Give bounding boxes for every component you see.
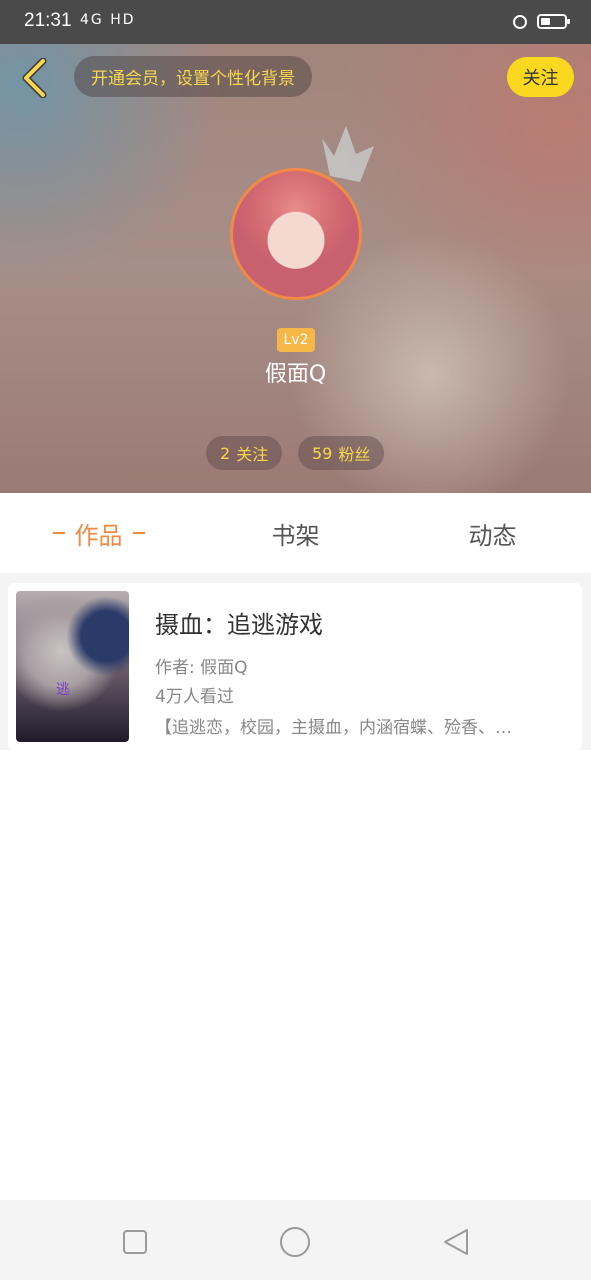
following-count[interactable]: 2 关注 [206, 436, 283, 470]
profile-tabs: 作品 书架 动态 [0, 493, 591, 573]
work-card[interactable]: 逃 摄血：追逃游戏 作者: 假面Q 4万人看过 【追逃恋，校园，主摄血，内涵宿蝶… [8, 583, 582, 750]
username: 假面Q [264, 362, 327, 387]
followers-number: 59 [312, 443, 333, 463]
works-list: 逃 摄血：追逃游戏 作者: 假面Q 4万人看过 【追逃恋，校园，主摄血，内涵宿蝶… [0, 573, 591, 750]
back-nav-button[interactable] [436, 1222, 476, 1262]
chevron-left-icon [22, 58, 47, 98]
status-time: 21:31 [24, 10, 72, 31]
avatar[interactable] [230, 168, 362, 300]
triangle-back-icon [444, 1229, 468, 1255]
tab-indicator-left [52, 532, 65, 534]
work-author: 作者: 假面Q [155, 658, 248, 678]
work-description: 【追逃恋，校园，主摄血，内涵宿蝶、殓香、… [155, 718, 512, 738]
tab-activity-label: 动态 [468, 521, 517, 550]
tab-indicator-right [132, 532, 145, 534]
vip-prompt-text: 开通会员，设置个性化背景 [91, 69, 295, 89]
tab-works-label: 作品 [74, 521, 123, 550]
level-badge: Lv2 [277, 328, 315, 352]
home-button[interactable] [275, 1222, 315, 1262]
vip-background-prompt[interactable]: 开通会员，设置个性化背景 [74, 56, 312, 97]
cover-text: 逃 [56, 682, 70, 698]
avatar-image [230, 168, 362, 300]
followers-label: 粉丝 [338, 445, 371, 464]
followers-count[interactable]: 59 粉丝 [298, 436, 385, 470]
work-title: 摄血：追逃游戏 [155, 611, 323, 639]
tab-works[interactable]: 作品 [0, 493, 197, 573]
alarm-icon [513, 14, 527, 29]
status-bar: 21:31 4G HD [0, 0, 591, 44]
tab-activity[interactable]: 动态 [394, 493, 591, 573]
battery-icon [537, 14, 570, 29]
work-views: 4万人看过 [155, 687, 234, 707]
recents-button[interactable] [115, 1222, 155, 1262]
following-number: 2 [220, 443, 231, 463]
network-status: 4G HD [80, 12, 136, 28]
follow-button[interactable]: 关注 [507, 57, 574, 97]
tab-bookshelf-label: 书架 [271, 521, 320, 550]
system-nav-bar [0, 1200, 591, 1280]
profile-header: 开通会员，设置个性化背景 关注 Lv2 假面Q 2 关注 59 粉丝 [0, 44, 591, 493]
following-label: 关注 [236, 445, 269, 464]
back-button[interactable] [14, 56, 54, 100]
square-icon [123, 1230, 147, 1254]
circle-icon [280, 1227, 310, 1257]
status-right-icons [513, 14, 570, 29]
tab-bookshelf[interactable]: 书架 [197, 493, 394, 573]
work-cover-image: 逃 [16, 591, 129, 742]
